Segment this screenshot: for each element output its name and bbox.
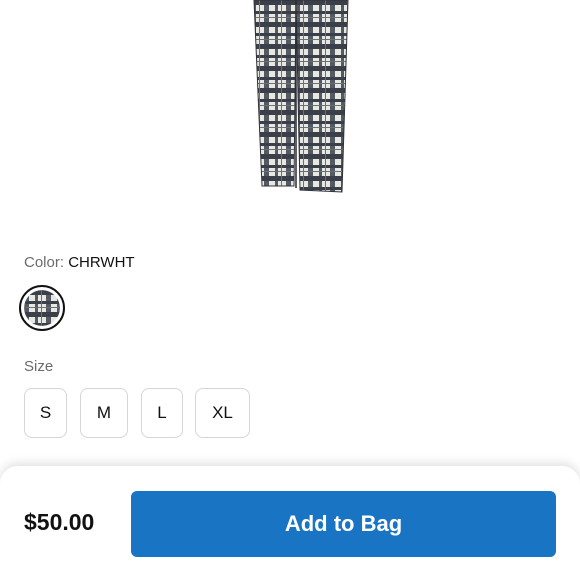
size-label: Size bbox=[24, 358, 54, 375]
plaid-swatch-icon bbox=[24, 290, 60, 326]
color-swatch-chrwht[interactable] bbox=[19, 285, 65, 331]
price: $50.00 bbox=[24, 509, 95, 535]
product-image bbox=[0, 0, 580, 230]
color-row: Color: CHRWHT bbox=[24, 254, 135, 271]
color-value: CHRWHT bbox=[68, 254, 135, 271]
size-option-l[interactable]: L bbox=[141, 388, 183, 438]
add-to-bag-button[interactable]: Add to Bag bbox=[131, 491, 556, 557]
size-option-s[interactable]: S bbox=[24, 388, 67, 438]
color-label: Color: bbox=[24, 254, 65, 271]
plaid-pants-image bbox=[253, 0, 349, 193]
purchase-bar: $50.00 Add to Bag bbox=[0, 466, 580, 580]
size-option-m[interactable]: M bbox=[80, 388, 128, 438]
size-option-xl[interactable]: XL bbox=[195, 388, 250, 438]
